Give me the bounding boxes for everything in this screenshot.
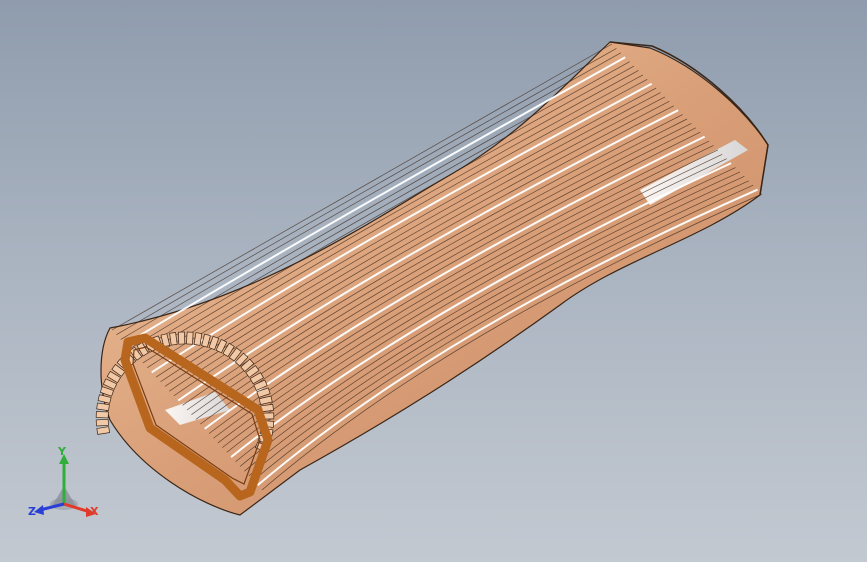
slat-end [96, 426, 111, 435]
graphics-viewport[interactable]: Y Z X [0, 0, 867, 562]
slat-end [177, 331, 186, 345]
axis-y-label: Y [58, 445, 66, 458]
axis-x-label: X [90, 505, 99, 518]
slat-end [169, 332, 178, 346]
axis-z-label: Z [28, 505, 36, 518]
slat-end [95, 411, 109, 419]
slat-end [95, 418, 109, 427]
slat-end [186, 331, 194, 345]
orientation-triad[interactable]: Y Z X [24, 446, 104, 526]
slat-end [96, 402, 110, 411]
slat-tube-model[interactable] [0, 0, 867, 562]
